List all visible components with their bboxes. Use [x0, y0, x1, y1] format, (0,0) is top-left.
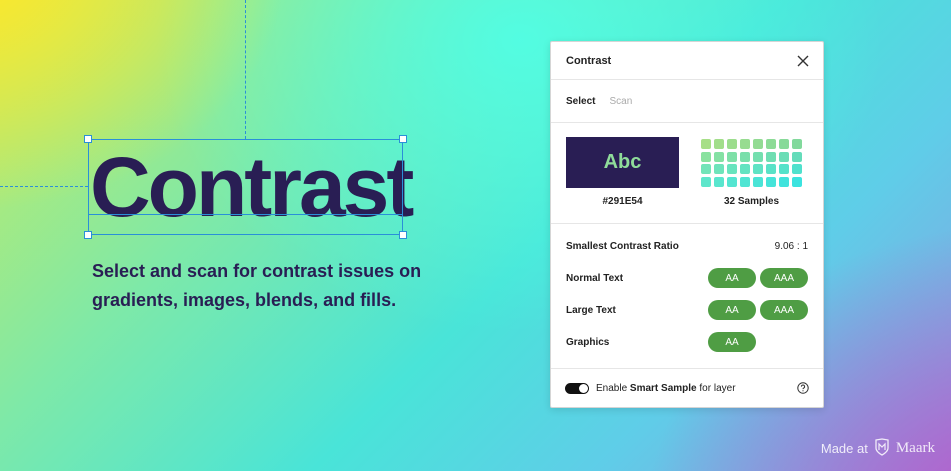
sample-cell: [714, 139, 724, 149]
sample-cell: [714, 164, 724, 174]
vertical-guide-line: [245, 0, 246, 139]
horizontal-guide-line: [0, 186, 88, 187]
sample-cell: [753, 164, 763, 174]
sample-cell: [740, 139, 750, 149]
close-icon[interactable]: [795, 53, 811, 69]
sample-cell: [753, 139, 763, 149]
maark-logo-icon: [874, 438, 890, 459]
smart-sample-label: Enable Smart Sample for layer: [596, 383, 736, 394]
color-preview: Abc #291E54 32 Samples: [551, 123, 823, 224]
graphics-badges: AA: [708, 332, 808, 352]
credit-prefix: Made at: [820, 441, 868, 456]
sample-cell: [740, 151, 750, 162]
resize-handle-bottom-right[interactable]: [399, 231, 407, 239]
samples-count-label: 32 Samples: [723, 196, 780, 207]
sample-cell: [753, 151, 763, 162]
credit: Made at Maark: [821, 438, 935, 459]
sample-cell: [766, 176, 776, 187]
smallest-ratio-value: 9.06 : 1: [774, 240, 808, 252]
resize-handle-bottom-left[interactable]: [84, 231, 92, 239]
smallest-ratio-row: Smallest Contrast Ratio 9.06 : 1: [566, 236, 808, 256]
normal-text-row: Normal Text AA AAA: [566, 268, 808, 288]
sample-cell: [792, 139, 802, 149]
sample-cell: [701, 139, 711, 149]
background-samples-grid: [701, 139, 802, 187]
tab-select[interactable]: Select: [566, 96, 595, 107]
swatch-sample-text: Abc: [603, 151, 642, 173]
sample-cell: [779, 151, 789, 162]
normal-text-aaa-badge: AAA: [760, 268, 808, 288]
large-text-badges: AA AAA: [708, 300, 808, 320]
sample-cell: [727, 164, 737, 174]
sample-cell: [701, 164, 711, 174]
contrast-panel: Contrast Select Scan Abc #291E54 32 Samp…: [550, 41, 824, 408]
sample-cell: [779, 176, 789, 187]
hero-tagline: Select and scan for contrast issues on g…: [92, 261, 422, 310]
sample-cell: [753, 176, 763, 187]
large-text-aaa-badge: AAA: [760, 300, 808, 320]
normal-text-badges: AA AAA: [708, 268, 808, 288]
sample-cell: [766, 164, 776, 174]
large-text-aa-badge: AA: [708, 300, 756, 320]
sample-cell: [727, 139, 737, 149]
sample-cell: [792, 176, 802, 187]
smart-sample-footer: Enable Smart Sample for layer: [551, 369, 823, 407]
panel-title: Contrast: [566, 54, 612, 67]
sample-cell: [766, 139, 776, 149]
graphics-label: Graphics: [566, 336, 610, 348]
sample-cell: [779, 139, 789, 149]
mode-tabs: Select Scan: [551, 80, 823, 123]
smart-sample-toggle[interactable]: [565, 382, 589, 394]
contrast-results: Smallest Contrast Ratio 9.06 : 1 Normal …: [551, 224, 823, 369]
sample-cell: [740, 176, 750, 187]
smallest-ratio-label: Smallest Contrast Ratio: [566, 240, 679, 252]
sample-cell: [792, 164, 802, 174]
sample-cell: [779, 164, 789, 174]
smart-sample-prefix: Enable: [596, 382, 630, 394]
graphics-row: Graphics AA: [566, 332, 808, 352]
large-text-row: Large Text AA AAA: [566, 300, 808, 320]
large-text-label: Large Text: [566, 304, 616, 316]
sample-cell: [714, 176, 724, 187]
panel-header: Contrast: [551, 42, 823, 80]
sample-cell: [727, 151, 737, 162]
swatch-hex-label: #291E54: [602, 196, 643, 207]
toggle-knob: [579, 383, 588, 393]
selection-box[interactable]: [84, 135, 407, 239]
credit-brand: Maark: [895, 440, 935, 456]
sample-cell: [701, 151, 711, 162]
smart-sample-bold: Smart Sample: [629, 382, 697, 394]
normal-text-label: Normal Text: [566, 272, 624, 284]
sample-cell: [714, 151, 724, 162]
smart-sample-suffix: for layer: [696, 382, 736, 394]
graphics-aa-badge: AA: [708, 332, 756, 352]
tab-scan[interactable]: Scan: [609, 96, 632, 107]
foreground-swatch: Abc: [566, 137, 679, 188]
sample-cell: [766, 151, 776, 162]
resize-handle-top-left[interactable]: [84, 135, 92, 143]
sample-cell: [792, 151, 802, 162]
resize-handle-top-right[interactable]: [399, 135, 407, 143]
sample-cell: [740, 164, 750, 174]
normal-text-aa-badge: AA: [708, 268, 756, 288]
sample-cell: [701, 176, 711, 187]
help-icon[interactable]: [797, 382, 809, 394]
sample-cell: [727, 176, 737, 187]
